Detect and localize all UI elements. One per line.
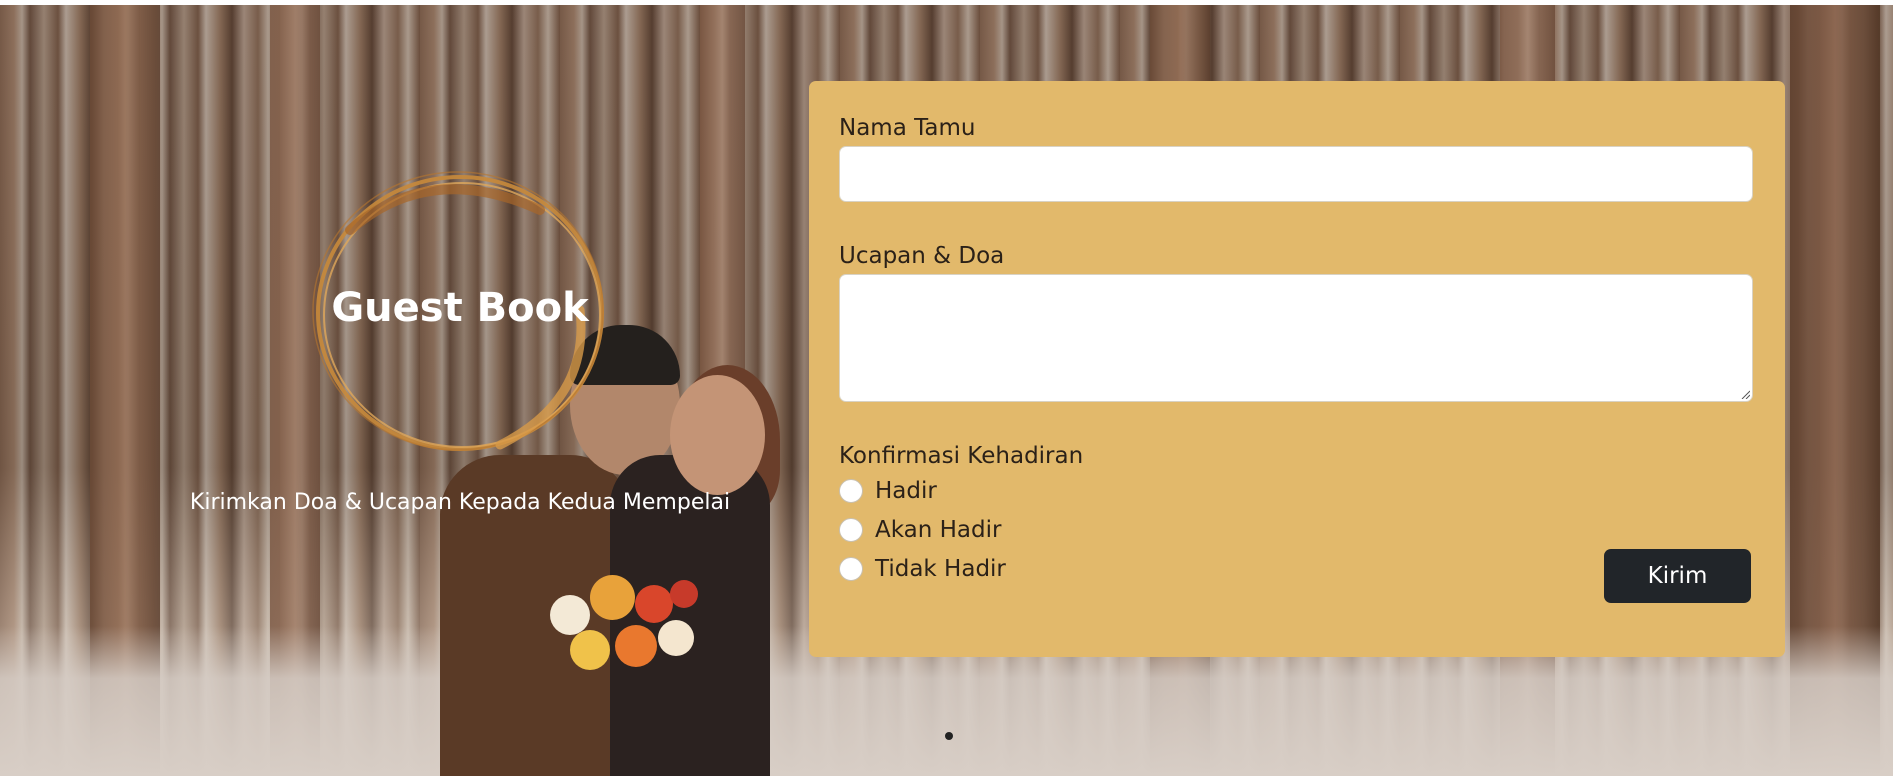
submit-button[interactable]: Kirim <box>1604 549 1751 603</box>
radio-label-tidak-hadir: Tidak Hadir <box>875 556 1006 582</box>
radio-option-tidak-hadir[interactable]: Tidak Hadir <box>839 556 1006 582</box>
carousel-dot-icon[interactable] <box>945 732 953 740</box>
attendance-label: Konfirmasi Kehadiran <box>839 443 1084 469</box>
radio-button-icon[interactable] <box>839 557 863 581</box>
guest-book-form: Nama Tamu Ucapan & Doa Konfirmasi Kehadi… <box>809 81 1785 657</box>
name-input[interactable] <box>839 146 1753 202</box>
radio-option-akan-hadir[interactable]: Akan Hadir <box>839 517 1001 543</box>
radio-label-akan-hadir: Akan Hadir <box>875 517 1002 543</box>
guest-book-title: Guest Book <box>331 285 589 331</box>
message-label: Ucapan & Doa <box>839 243 1005 269</box>
guest-book-subtitle: Kirimkan Doa & Ucapan Kepada Kedua Mempe… <box>189 490 731 515</box>
radio-option-hadir[interactable]: Hadir <box>839 478 937 504</box>
bouquet <box>540 555 710 685</box>
radio-button-icon[interactable] <box>839 479 863 503</box>
radio-button-icon[interactable] <box>839 518 863 542</box>
resize-handle-icon[interactable] <box>1740 389 1750 399</box>
radio-label-hadir: Hadir <box>875 478 937 504</box>
name-label: Nama Tamu <box>839 115 976 141</box>
message-textarea[interactable] <box>839 274 1753 402</box>
